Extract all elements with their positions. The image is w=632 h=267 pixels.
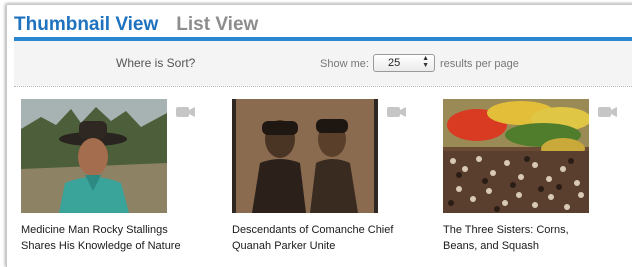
caption-line: Descendants of Comanche Chief: [232, 224, 394, 236]
per-page-value: 25: [388, 57, 401, 69]
caption-line: Shares His Knowledge of Nature: [21, 240, 181, 252]
results-per-page-label: results per page: [440, 58, 519, 70]
tab-thumbnail-view[interactable]: Thumbnail View: [14, 14, 158, 36]
divider: [14, 86, 632, 87]
tab-list-view[interactable]: List View: [176, 14, 258, 36]
video-camera-icon: [387, 107, 406, 117]
card-caption[interactable]: Medicine Man Rocky Stallings Shares His …: [21, 222, 221, 254]
thumbnail-rocky-stallings[interactable]: [21, 99, 167, 213]
video-camera-icon: [598, 107, 617, 117]
caption-line: Beans, and Squash: [443, 240, 540, 252]
per-page-select[interactable]: 25 ▲ ▼: [373, 54, 435, 72]
caption-line: Quanah Parker Unite: [232, 240, 336, 252]
show-me-label: Show me:: [320, 58, 369, 70]
where-is-sort-link[interactable]: Where is Sort?: [116, 56, 195, 70]
card-caption[interactable]: Descendants of Comanche Chief Quanah Par…: [232, 222, 432, 254]
view-tabs: Thumbnail View List View: [14, 10, 258, 36]
updown-arrows-icon: ▲ ▼: [422, 55, 429, 69]
thumbnail-three-sisters[interactable]: [443, 99, 589, 213]
video-camera-icon: [176, 107, 195, 117]
caption-line: Medicine Man Rocky Stallings: [21, 224, 168, 236]
caption-line: The Three Sisters: Corns,: [443, 224, 569, 236]
card-caption[interactable]: The Three Sisters: Corns, Beans, and Squ…: [443, 222, 632, 254]
thumbnail-comanche-descendants[interactable]: [232, 99, 378, 213]
